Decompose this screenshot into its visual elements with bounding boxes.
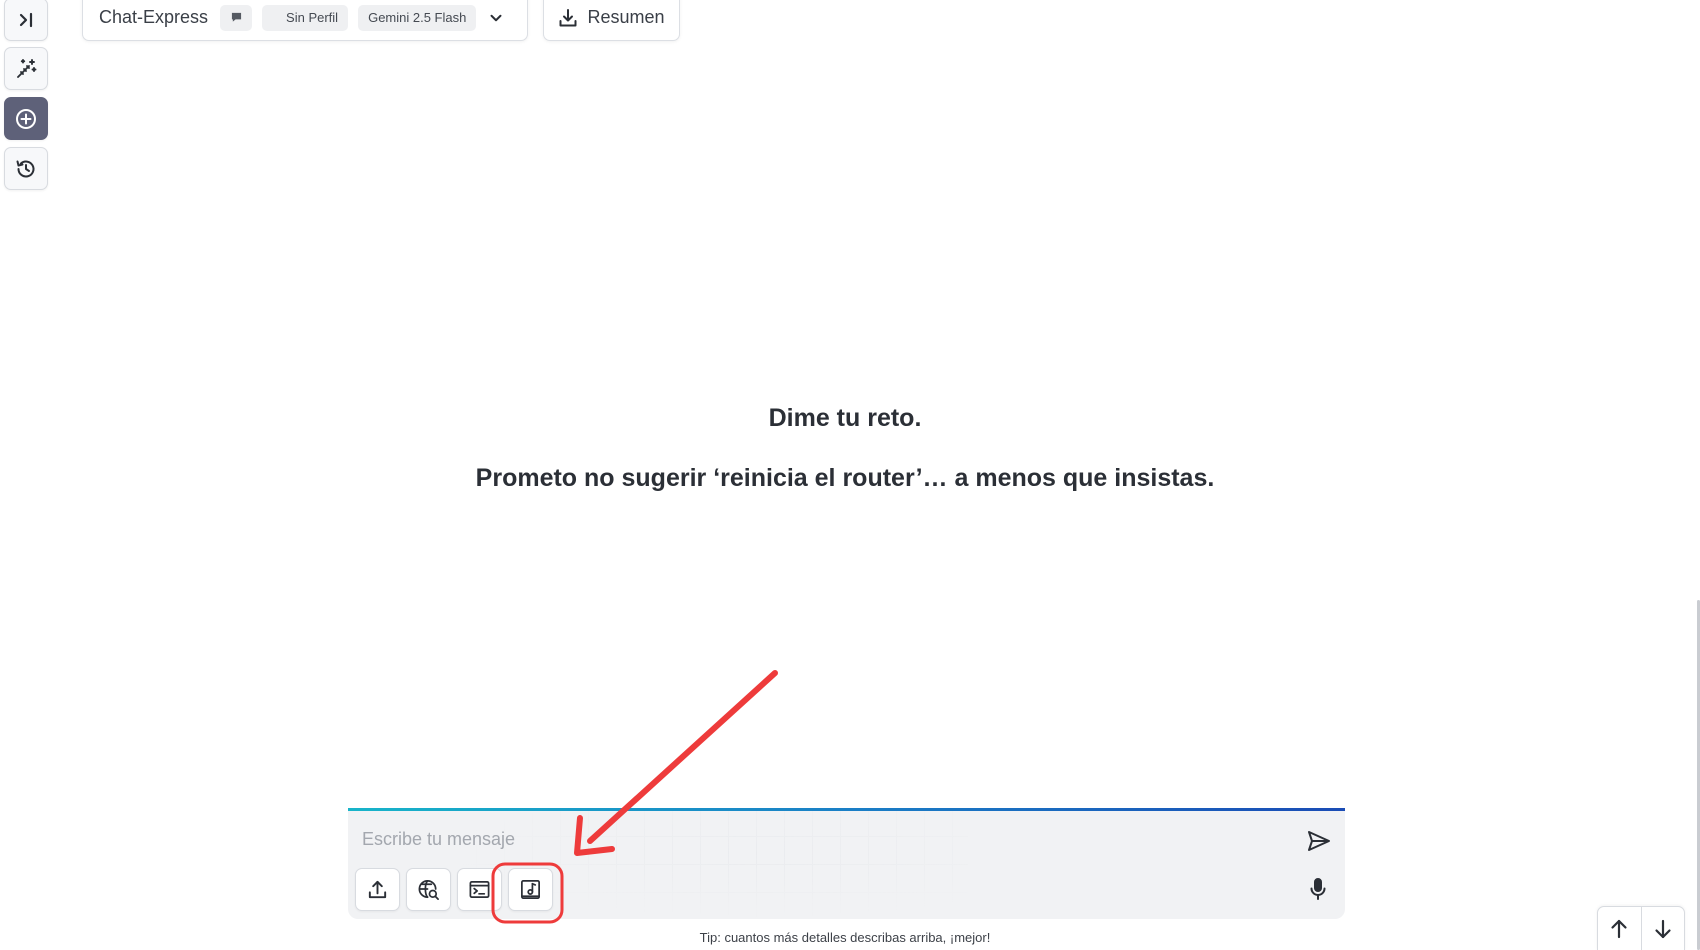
music-generation-button[interactable] (508, 868, 553, 911)
chat-mode-chip[interactable] (220, 4, 253, 31)
terminal-button[interactable] (457, 868, 502, 911)
new-chat-icon (16, 108, 36, 129)
model-dropdown-toggle[interactable] (486, 8, 506, 28)
expand-sidebar-icon (19, 12, 33, 27)
arrow-down-icon (1655, 919, 1671, 939)
profile-selector[interactable]: Sin Perfil (262, 4, 349, 31)
microphone-button[interactable] (1305, 875, 1331, 903)
chat-header: Chat-Express Sin Perfil Gemini 2.5 Flash (82, 0, 528, 41)
music-icon (521, 880, 540, 899)
welcome-heading: Dime tu reto. (768, 404, 922, 432)
chat-bubble-icon (231, 12, 241, 22)
summary-download-button[interactable]: Resumen (543, 0, 680, 41)
magic-wand-button[interactable] (4, 47, 48, 90)
send-button[interactable] (1305, 827, 1333, 855)
composer-accent-line (348, 808, 1345, 811)
summary-label: Resumen (587, 7, 665, 27)
message-composer (348, 808, 1345, 919)
welcome-message: Dime tu reto. Prometo no sugerir ‘reinic… (340, 400, 1350, 496)
terminal-icon (469, 880, 490, 899)
model-selector[interactable]: Gemini 2.5 Flash (358, 4, 477, 31)
composer-tip: Tip: cuantos más detalles describas arri… (699, 930, 991, 945)
app-title: Chat-Express (99, 7, 209, 27)
message-input[interactable] (362, 822, 1262, 856)
chevron-down-icon (490, 14, 502, 21)
web-search-icon (418, 880, 439, 900)
history-button[interactable] (4, 147, 48, 190)
expand-sidebar-button[interactable] (4, 0, 48, 41)
new-chat-button[interactable] (4, 97, 48, 140)
scroll-controls (1597, 906, 1685, 950)
microphone-icon (1310, 878, 1326, 900)
upload-file-button[interactable] (355, 868, 400, 911)
web-search-button[interactable] (406, 868, 451, 911)
magic-wand-icon (17, 58, 37, 78)
composer-toolbar (355, 868, 553, 911)
app-window: Chat-Express Sin Perfil Gemini 2.5 Flash… (0, 0, 1700, 950)
scroll-down-button[interactable] (1640, 907, 1685, 950)
arrow-up-icon (1611, 919, 1627, 939)
welcome-subheading: Prometo no sugerir ‘reinicia el router’…… (475, 464, 1215, 492)
download-icon (559, 8, 577, 26)
history-icon (16, 160, 35, 177)
scroll-up-button[interactable] (1598, 907, 1641, 950)
upload-icon (368, 880, 387, 899)
send-icon (1308, 831, 1330, 851)
